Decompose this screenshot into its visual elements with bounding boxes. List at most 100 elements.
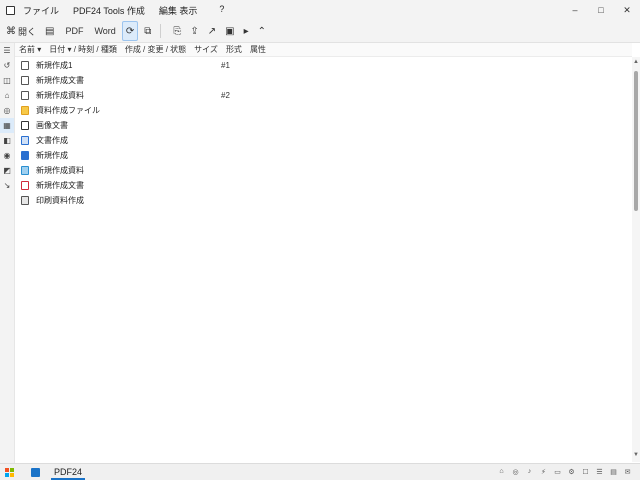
paste-button[interactable]: ⎘	[170, 22, 184, 40]
list-icon[interactable]: ☰	[595, 467, 604, 476]
file-icon	[21, 196, 29, 205]
maximize-button[interactable]: □	[588, 0, 614, 20]
scroll-thumb[interactable]	[634, 71, 638, 211]
target-icon[interactable]: ◎	[0, 103, 14, 118]
toolbar: ⌘ 開く ▤ PDF Word ⟳ ⧉ ⎘ ⇪ ↗ ▣ ▸ ⌃	[0, 20, 640, 43]
taskbar: PDF24 ⌂ ◎ ♪ ⚡ ▭ ⚙ ☐ ☰ ▤ ✉	[0, 463, 640, 480]
list-item[interactable]: 新規作成資料	[15, 163, 625, 178]
list-item[interactable]: 資料作成ファイル	[15, 103, 625, 118]
volume-icon[interactable]: ♪	[525, 467, 534, 476]
menu-edit-view[interactable]: 編集 表示	[159, 4, 198, 17]
menu-file[interactable]: ファイル	[23, 4, 59, 17]
sync-button[interactable]: ⟳	[121, 21, 139, 41]
file-name: 新規作成文書	[36, 181, 84, 190]
pdf-button[interactable]: PDF	[60, 22, 86, 40]
list-item[interactable]: 新規作成文書	[15, 178, 625, 193]
settings-icon[interactable]: ⚙	[567, 467, 576, 476]
left-rail: ☰ ↺ ◫ ⌂ ◎ ▦ ◧ ◉ ◩ ↘	[0, 43, 15, 463]
list-item[interactable]: 画像文書	[15, 118, 625, 133]
file-icon	[21, 166, 29, 175]
record-icon[interactable]: ◉	[0, 148, 14, 163]
collapse-button[interactable]: ⌃	[255, 22, 269, 40]
list-item[interactable]: 文書作成	[15, 133, 625, 148]
file-icon	[21, 121, 29, 130]
app-taskbar-icon	[31, 468, 40, 477]
file-name: 新規作成1	[36, 61, 73, 70]
file-icon	[21, 106, 29, 115]
copy-button[interactable]: ⧉	[141, 22, 154, 40]
upload-button[interactable]: ⇪	[187, 22, 201, 40]
list-item[interactable]: 印刷資料作成	[15, 193, 625, 208]
scroll-down-icon[interactable]: ▼	[632, 452, 640, 460]
col-size[interactable]: サイズ	[194, 44, 218, 55]
menu-bar: ファイル PDF24 Tools 作成 編集 表示 ?	[23, 4, 238, 17]
file-icon	[21, 91, 29, 100]
file-icon	[21, 136, 29, 145]
home-icon[interactable]: ⌂	[0, 88, 14, 103]
file-name: 新規作成資料	[36, 166, 84, 175]
col-format[interactable]: 形式	[226, 44, 242, 55]
col-attr[interactable]: 属性	[250, 44, 266, 55]
app-icon	[6, 5, 15, 15]
menu-pdf24-tools[interactable]: PDF24 Tools 作成	[73, 4, 145, 17]
pdf-label: PDF	[65, 26, 84, 36]
mail-icon[interactable]: ✉	[623, 467, 632, 476]
file-name: 新規作成資料	[36, 91, 84, 100]
vertical-scrollbar[interactable]: ▲ ▼	[632, 57, 640, 462]
list-item[interactable]: 新規作成1 #1	[15, 58, 625, 73]
col-date[interactable]: 日付 ▾ / 時刻 / 種類	[49, 44, 117, 55]
file-name: 画像文書	[36, 121, 68, 130]
minimize-button[interactable]: –	[562, 0, 588, 20]
file-name: 資料作成ファイル	[36, 106, 100, 115]
file-name: 新規作成	[36, 151, 68, 160]
frame-button[interactable]: ▣	[222, 22, 237, 40]
panel-icon[interactable]: ◫	[0, 73, 14, 88]
share-button[interactable]: ↗	[205, 22, 219, 40]
scroll-up-icon[interactable]: ▲	[632, 59, 640, 67]
menu-icon[interactable]: ☰	[0, 43, 14, 58]
upload-icon: ⇪	[190, 25, 199, 37]
file-icon	[21, 61, 29, 70]
file-icon	[21, 181, 29, 190]
file-value: #2	[221, 91, 230, 100]
file-icon	[21, 151, 29, 160]
power-icon[interactable]: ⚡	[539, 467, 548, 476]
grid-icon: ⌘	[6, 25, 16, 37]
word-button[interactable]: Word	[89, 22, 118, 40]
col-name[interactable]: 名前 ▾	[19, 44, 41, 55]
copy-icon: ⧉	[144, 25, 152, 37]
grid-view-button[interactable]: ⌘ 開く	[3, 22, 39, 40]
taskbar-app-label[interactable]: PDF24	[51, 466, 86, 480]
tray-home-icon[interactable]: ⌂	[497, 467, 506, 476]
open-label: 開く	[18, 26, 37, 37]
window-icon[interactable]: ☐	[581, 467, 590, 476]
file-list: 新規作成1 #1 新規作成文書 新規作成資料 #2 資料作成ファイル 画像文書 …	[15, 58, 625, 208]
start-button[interactable]	[5, 468, 14, 477]
list-item[interactable]: 新規作成	[15, 148, 625, 163]
paste-icon: ⎘	[173, 25, 182, 37]
split-icon[interactable]: ◩	[0, 163, 14, 178]
next-button[interactable]: ▸	[241, 22, 252, 40]
file-name: 文書作成	[36, 136, 68, 145]
chevron-up-icon: ⌃	[257, 25, 266, 37]
col-status[interactable]: 作成 / 変更 / 状態	[125, 44, 186, 55]
display-icon[interactable]: ▭	[553, 467, 562, 476]
close-button[interactable]: ✕	[614, 0, 640, 20]
list-item[interactable]: 新規作成資料 #2	[15, 88, 625, 103]
menu-help[interactable]: ?	[219, 4, 224, 17]
refresh-icon[interactable]: ↺	[0, 58, 14, 73]
doc-icon[interactable]: ▤	[609, 467, 618, 476]
system-tray: ⌂ ◎ ♪ ⚡ ▭ ⚙ ☐ ☰ ▤ ✉	[492, 467, 632, 476]
taskbar-app-button[interactable]	[28, 466, 43, 479]
frame-icon: ▣	[225, 25, 235, 37]
window-controls: – □ ✕	[562, 0, 640, 20]
file-name: 印刷資料作成	[36, 196, 84, 205]
layout-icon[interactable]: ◧	[0, 133, 14, 148]
arrow-icon[interactable]: ↘	[0, 178, 14, 193]
tray-target-icon[interactable]: ◎	[511, 467, 520, 476]
new-button[interactable]: ▤	[42, 22, 57, 40]
gallery-icon[interactable]: ▦	[0, 118, 14, 133]
list-item[interactable]: 新規作成文書	[15, 73, 625, 88]
title-bar: ファイル PDF24 Tools 作成 編集 表示 ? – □ ✕	[0, 0, 640, 20]
file-value: #1	[221, 61, 230, 70]
